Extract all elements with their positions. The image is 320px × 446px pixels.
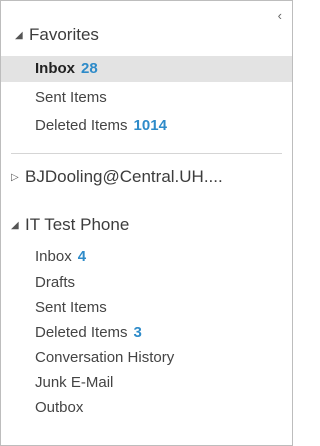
folder-label: Inbox xyxy=(35,60,75,77)
unread-count: 3 xyxy=(133,324,142,341)
favorites-item-deleted-items[interactable]: Deleted Items 1014 xyxy=(1,113,292,139)
folder-label: Inbox xyxy=(35,248,72,265)
unread-count: 28 xyxy=(81,60,98,77)
expanded-triangle-icon: ◢ xyxy=(11,220,19,231)
collapse-pane-button[interactable]: ‹ xyxy=(278,9,282,22)
folder-label: Deleted Items xyxy=(35,324,128,341)
favorites-label: Favorites xyxy=(29,25,99,44)
phone-item-junk-email[interactable]: Junk E-Mail xyxy=(1,370,292,396)
phone-item-drafts[interactable]: Drafts xyxy=(1,270,292,296)
phone-item-inbox[interactable]: Inbox 4 xyxy=(1,244,292,270)
it-test-phone-label: IT Test Phone xyxy=(25,215,130,234)
unread-count: 1014 xyxy=(133,117,167,134)
unread-count: 4 xyxy=(77,248,87,265)
folder-label: Junk E-Mail xyxy=(35,374,114,391)
account-label: BJDooling@Central.UH.... xyxy=(25,167,223,186)
folder-label: Deleted Items xyxy=(35,117,128,134)
folder-label: Outbox xyxy=(35,399,84,416)
it-test-phone-header[interactable]: ◢ IT Test Phone xyxy=(11,215,292,235)
folder-label: Conversation History xyxy=(35,349,175,366)
folder-label: Sent Items xyxy=(35,299,107,316)
account-header[interactable]: ▷ BJDooling@Central.UH.... xyxy=(11,167,292,187)
collapsed-triangle-icon: ▷ xyxy=(11,172,19,183)
folder-label: Sent Items xyxy=(35,89,107,106)
favorites-item-sent-items[interactable]: Sent Items xyxy=(1,85,292,111)
folder-pane: ‹ ◢ Favorites Inbox 28 Sent Items Deleted … xyxy=(0,0,293,446)
section-divider xyxy=(11,153,282,154)
favorites-item-inbox[interactable]: Inbox 28 xyxy=(1,56,292,82)
phone-item-outbox[interactable]: Outbox xyxy=(1,395,292,421)
phone-item-sent-items[interactable]: Sent Items xyxy=(1,295,292,321)
expanded-triangle-icon: ◢ xyxy=(15,30,23,41)
phone-item-conversation-history[interactable]: Conversation History xyxy=(1,345,292,371)
favorites-header[interactable]: ◢ Favorites xyxy=(15,25,292,45)
phone-item-deleted-items[interactable]: Deleted Items 3 xyxy=(1,320,292,346)
folder-label: Drafts xyxy=(35,274,76,291)
